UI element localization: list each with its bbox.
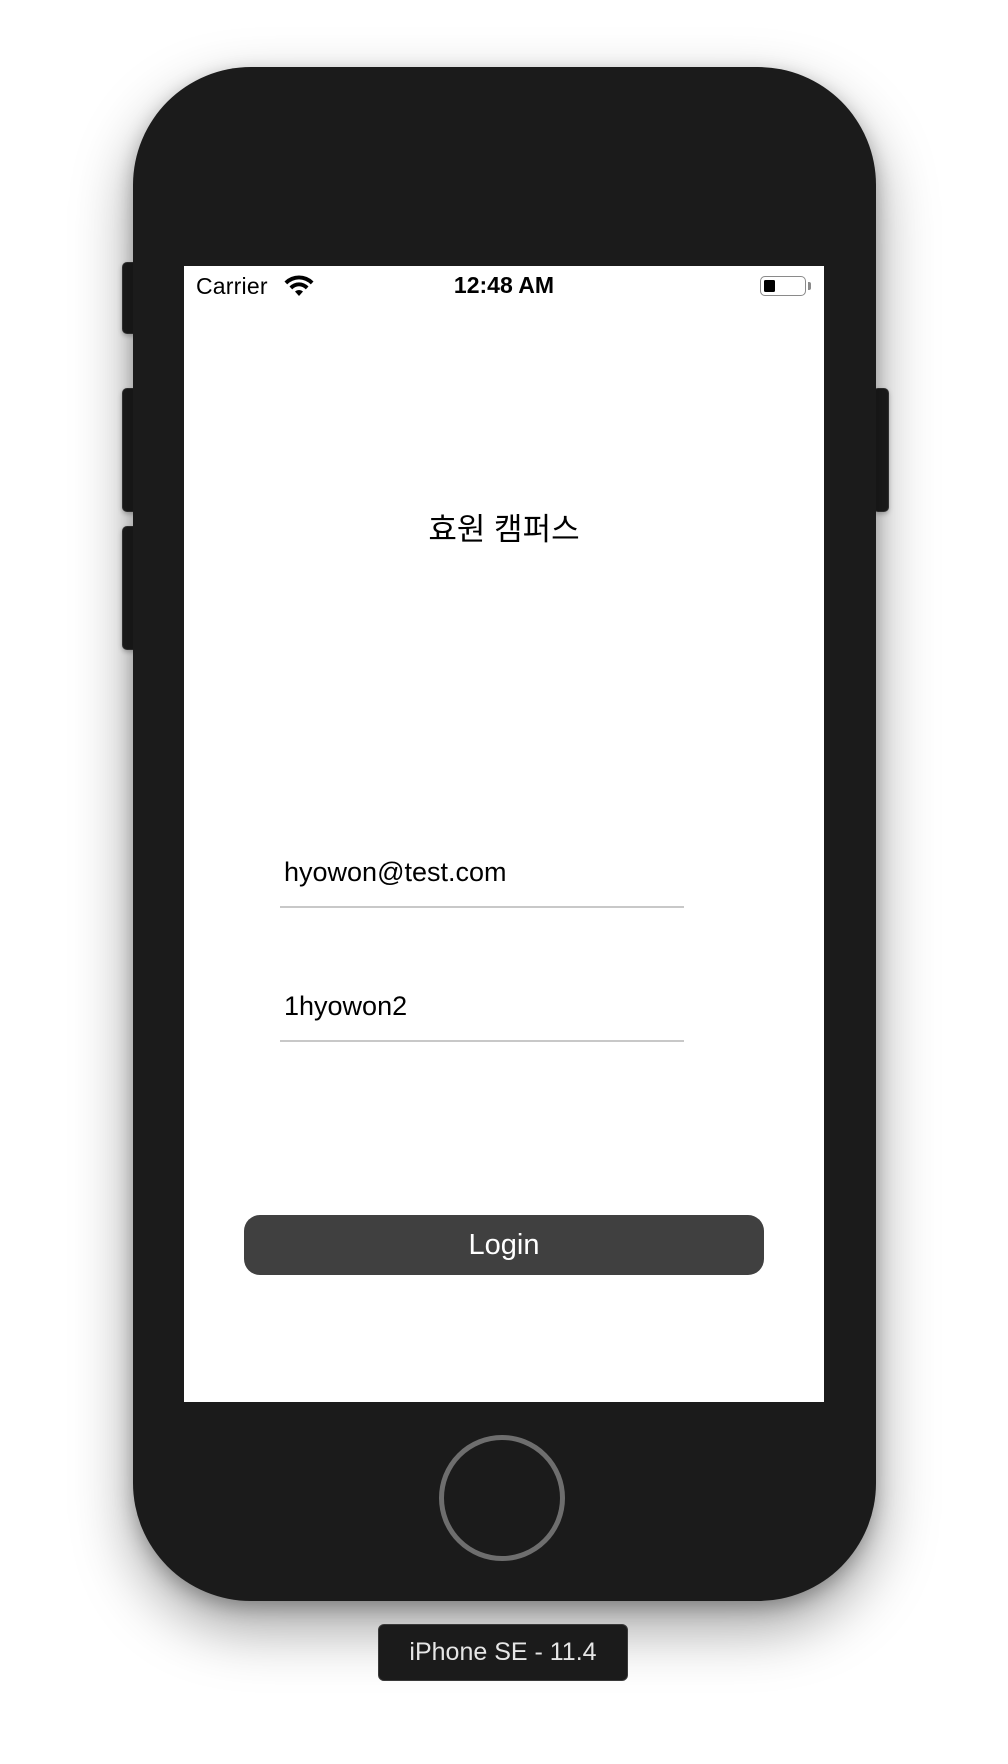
- status-time: 12:48 AM: [453, 272, 555, 298]
- login-button[interactable]: Login: [244, 1215, 764, 1275]
- app-title: 효원 캠퍼스: [428, 512, 580, 547]
- password-field[interactable]: [284, 986, 680, 1026]
- home-button[interactable]: [439, 1435, 565, 1561]
- battery-icon: [760, 276, 806, 296]
- email-field-container: [280, 838, 684, 908]
- battery-level-fill: [764, 280, 775, 292]
- simulator-device-label: iPhone SE - 11.4: [378, 1624, 628, 1681]
- password-field-container: [280, 972, 684, 1042]
- status-bar: Carrier 12:48 AM: [184, 266, 824, 306]
- device-screen: Carrier 12:48 AM 효원 캠퍼스 Login: [184, 266, 824, 1402]
- email-field[interactable]: [284, 852, 680, 892]
- battery-cap: [808, 282, 811, 290]
